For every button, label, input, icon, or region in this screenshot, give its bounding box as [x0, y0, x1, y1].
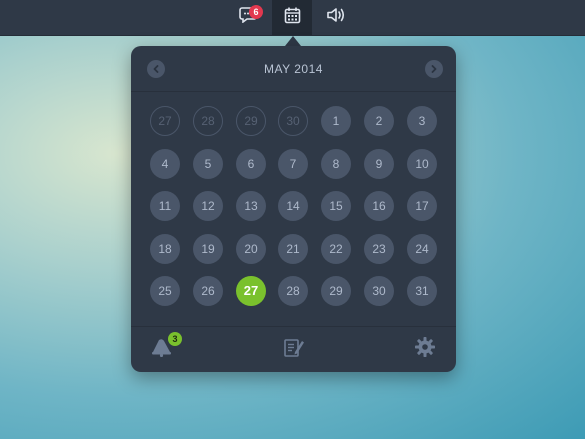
- note-edit-icon: [283, 337, 305, 364]
- settings-button[interactable]: [412, 336, 438, 362]
- calendar-day[interactable]: 15: [321, 191, 351, 221]
- calendar-day[interactable]: 25: [150, 276, 180, 306]
- notifications-badge: 3: [168, 332, 182, 346]
- calendar-day[interactable]: 31: [407, 276, 437, 306]
- calendar-day[interactable]: 28: [278, 276, 308, 306]
- sound-button[interactable]: [316, 0, 356, 35]
- calendar-day[interactable]: 3: [407, 106, 437, 136]
- calendar-day[interactable]: 10: [407, 149, 437, 179]
- calendar-day[interactable]: 17: [407, 191, 437, 221]
- calendar-day[interactable]: 20: [236, 234, 266, 264]
- calendar-day[interactable]: 9: [364, 149, 394, 179]
- calendar-day[interactable]: 22: [321, 234, 351, 264]
- messages-button[interactable]: 6: [228, 0, 268, 35]
- prev-month-button[interactable]: [147, 60, 165, 78]
- next-month-button[interactable]: [425, 60, 443, 78]
- calendar-day[interactable]: 18: [150, 234, 180, 264]
- speaker-icon: [326, 7, 346, 28]
- calendar-day[interactable]: 8: [321, 149, 351, 179]
- messages-badge: 6: [249, 5, 263, 19]
- footer-divider: [131, 326, 456, 327]
- notes-button[interactable]: [281, 337, 307, 363]
- popup-caret: [285, 36, 301, 46]
- calendar-day[interactable]: 13: [236, 191, 266, 221]
- calendar-day[interactable]: 12: [193, 191, 223, 221]
- gear-icon: [414, 336, 436, 363]
- calendar-day[interactable]: 19: [193, 234, 223, 264]
- calendar-day[interactable]: 4: [150, 149, 180, 179]
- calendar-day[interactable]: 23: [364, 234, 394, 264]
- chevron-left-icon: [152, 60, 160, 78]
- calendar-popup: MAY 2014 27 28 29 30 1 2 3 4 5 6 7 8 9 10 11 12 13 14 15 16…: [131, 46, 456, 372]
- calendar-day[interactable]: 26: [193, 276, 223, 306]
- calendar-icon: [284, 7, 301, 29]
- top-bar: 6: [0, 0, 585, 36]
- notifications-button[interactable]: 3: [149, 332, 182, 362]
- calendar-header: MAY 2014: [131, 46, 456, 91]
- calendar-day[interactable]: 6: [236, 149, 266, 179]
- calendar-day[interactable]: 21: [278, 234, 308, 264]
- calendar-day[interactable]: 2: [364, 106, 394, 136]
- calendar-day-outside-month[interactable]: 27: [150, 106, 180, 136]
- header-divider: [131, 91, 456, 92]
- calendar-day[interactable]: 16: [364, 191, 394, 221]
- calendar-day[interactable]: 5: [193, 149, 223, 179]
- calendar-day-outside-month[interactable]: 29: [236, 106, 266, 136]
- calendar-day[interactable]: 7: [278, 149, 308, 179]
- calendar-day[interactable]: 14: [278, 191, 308, 221]
- calendar-button[interactable]: [272, 0, 312, 35]
- calendar-day[interactable]: 11: [150, 191, 180, 221]
- month-title: MAY 2014: [264, 62, 323, 76]
- calendar-day-today[interactable]: 27: [236, 276, 266, 306]
- calendar-day[interactable]: 1: [321, 106, 351, 136]
- calendar-day[interactable]: 29: [321, 276, 351, 306]
- calendar-day[interactable]: 24: [407, 234, 437, 264]
- chevron-right-icon: [430, 60, 438, 78]
- calendar-day-outside-month[interactable]: 28: [193, 106, 223, 136]
- calendar-day[interactable]: 30: [364, 276, 394, 306]
- calendar-day-outside-month[interactable]: 30: [278, 106, 308, 136]
